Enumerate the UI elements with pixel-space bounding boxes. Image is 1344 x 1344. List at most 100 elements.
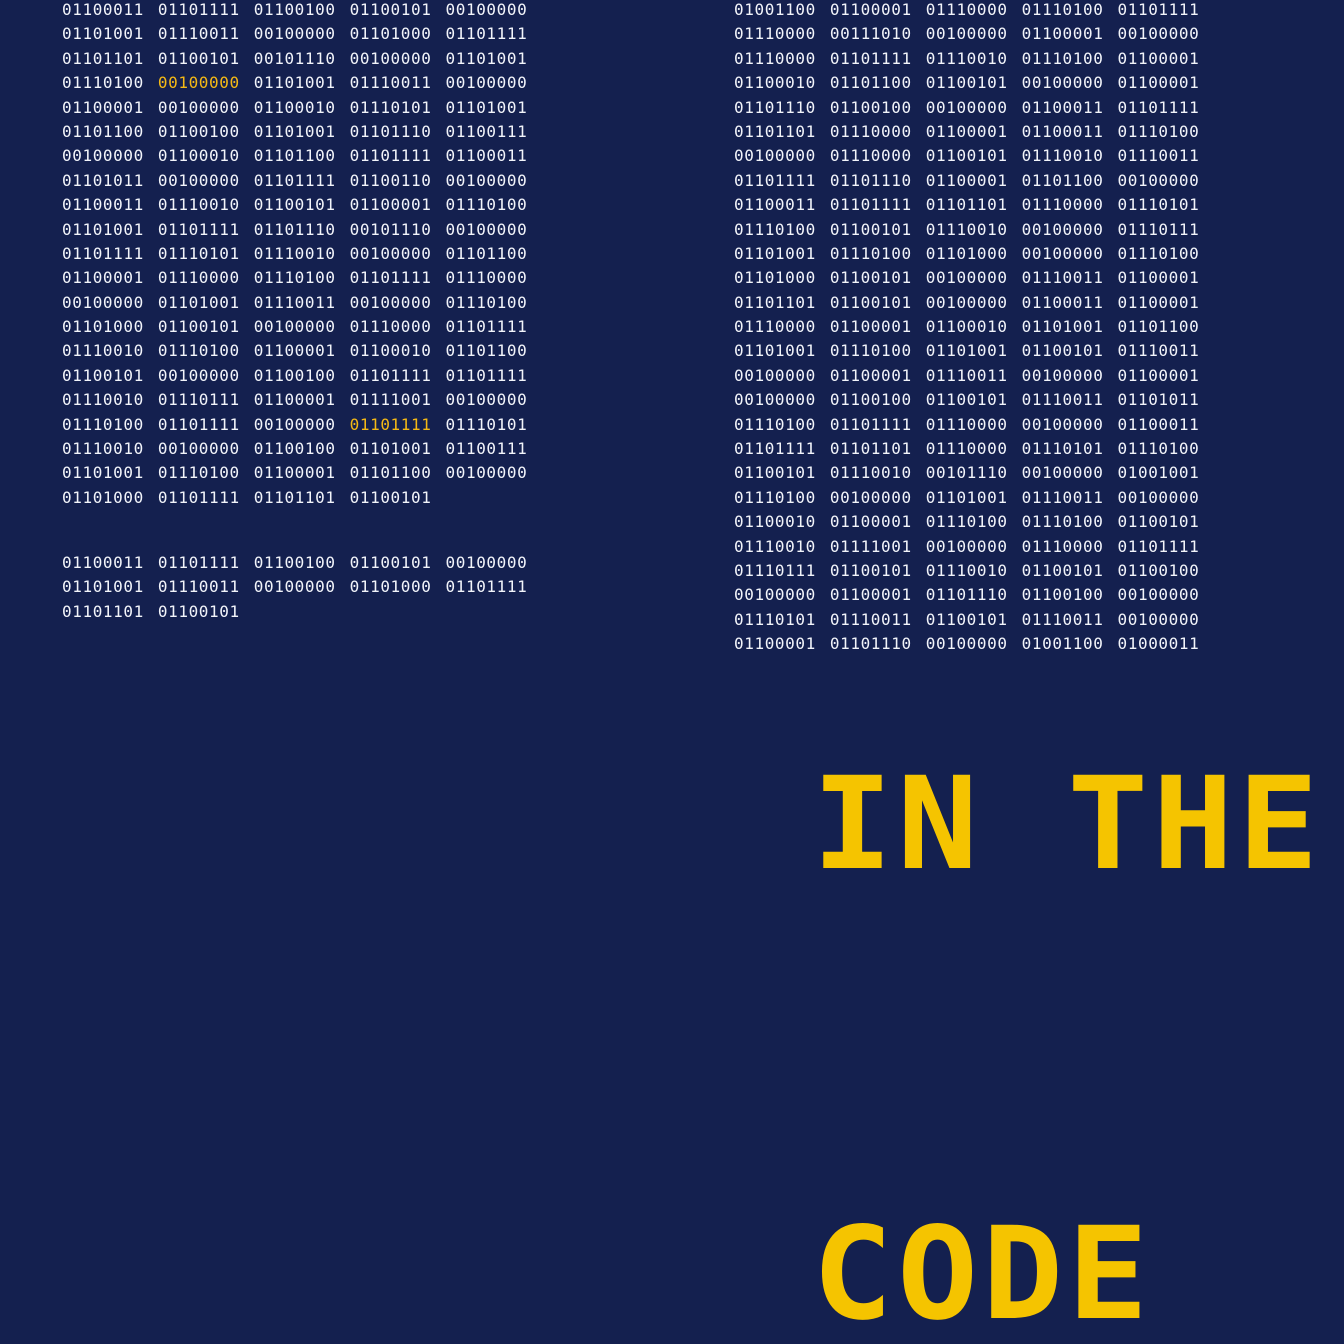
binary-word: 01101101 [734, 292, 816, 312]
binary-word: 01100101 [925, 146, 1008, 166]
binary-word: 01101101 [62, 601, 144, 621]
binary-word: 01110000 [734, 317, 816, 337]
binary-word: 01100111 [445, 121, 528, 141]
binary-line: 01101011 00100000 01101111 01100110 00100000 [62, 169, 527, 193]
binary-word: 01110100 [734, 219, 816, 239]
binary-word: 00100000 [62, 292, 144, 312]
binary-word: 01110010 [62, 341, 144, 361]
binary-line: 01101001 01110100 01101000 00100000 01110100 [734, 242, 1199, 266]
binary-word: 00100000 [253, 24, 336, 44]
binary-word: 01100001 [925, 121, 1008, 141]
binary-word: 01101000 [62, 487, 144, 507]
binary-line: 01101101 01100101 00100000 01100011 01100001 [734, 291, 1199, 315]
binary-word: 01100100 [253, 365, 336, 385]
binary-word: 01110000 [829, 146, 912, 166]
binary-word: 01110100 [62, 414, 144, 434]
binary-line: 01101000 01100101 00100000 01110000 01101111 [62, 315, 527, 339]
binary-word: 01100001 [734, 634, 816, 654]
binary-line: 01110010 01110100 01100001 01100010 01101100 [62, 339, 527, 363]
binary-word: 01101110 [349, 121, 432, 141]
binary-word: 01101111 [1117, 97, 1200, 117]
binary-line: 01101111 01110101 01110010 00100000 01101100 [62, 242, 527, 266]
binary-word: 01100101 [253, 195, 336, 215]
binary-word: 01100011 [62, 195, 144, 215]
binary-word: 00111010 [829, 24, 912, 44]
binary-word: 01110100 [445, 292, 528, 312]
binary-word: 01100001 [253, 390, 336, 410]
binary-word: 01100101 [829, 268, 912, 288]
binary-word: 01101111 [157, 553, 240, 572]
binary-word: 00100000 [349, 292, 432, 312]
binary-word: 01101111 [1117, 0, 1200, 19]
binary-word: 01110000 [157, 268, 240, 288]
binary-word: 01101001 [734, 341, 816, 361]
binary-word: 01101111 [157, 219, 240, 239]
binary-line: 01100011 01110010 01100101 01100001 01110100 [62, 193, 527, 217]
binary-word: 01101111 [445, 577, 528, 597]
binary-word: 01101111 [157, 487, 240, 507]
binary-line: 01101101 01100101 [62, 600, 527, 624]
binary-line: 01101001 01110100 01101001 01100101 01110011 [734, 339, 1199, 363]
binary-word: 01110010 [62, 439, 144, 459]
binary-word: 01101100 [1021, 170, 1104, 190]
binary-word: 01110011 [253, 292, 336, 312]
binary-word: 01101001 [349, 439, 432, 459]
binary-word: 00100000 [445, 390, 528, 410]
binary-word: 01110100 [829, 341, 912, 361]
binary-word: 01101111 [349, 146, 432, 166]
binary-word: 01110011 [1117, 146, 1200, 166]
binary-word: 01110011 [349, 73, 432, 93]
highlighted-binary-word: 01101111 [349, 414, 432, 434]
binary-word: 00101110 [253, 48, 336, 68]
binary-word: 00100000 [1021, 414, 1104, 434]
binary-word: 00100000 [925, 292, 1008, 312]
binary-word: 01110000 [925, 0, 1008, 19]
binary-word: 01100001 [1117, 48, 1200, 68]
binary-text-block-left-top: 01100011 01101111 01100100 01100101 00100000… [62, 0, 527, 510]
binary-word: 01110101 [157, 243, 240, 263]
binary-word: 01100010 [157, 146, 240, 166]
binary-word: 01101100 [829, 73, 912, 93]
binary-word: 00100000 [157, 97, 240, 117]
binary-word: 01100101 [157, 48, 240, 68]
binary-word: 01101111 [829, 195, 912, 215]
binary-word: 01110010 [1021, 146, 1104, 166]
binary-word: 01100101 [1021, 341, 1104, 361]
binary-line: 01101100 01100100 01101001 01101110 01100111 [62, 120, 527, 144]
binary-word: 01100100 [253, 439, 336, 459]
binary-word: 00100000 [1021, 73, 1104, 93]
binary-word: 00100000 [1021, 219, 1104, 239]
binary-word: 01100101 [829, 292, 912, 312]
binary-word: 01101100 [445, 243, 528, 263]
binary-word: 01100010 [349, 341, 432, 361]
headline: IN THE CODE [812, 450, 1344, 1344]
binary-word: 00100000 [349, 48, 432, 68]
binary-word: 00100000 [62, 146, 144, 166]
binary-text-block-left-bottom: 01100011 01101111 01100100 01100101 00100000… [62, 551, 527, 624]
binary-word: 01110011 [925, 365, 1008, 385]
binary-word: 01100011 [62, 0, 144, 19]
headline-line-1: IN THE [812, 750, 1323, 899]
binary-word: 00100000 [157, 170, 240, 190]
binary-word: 01110100 [445, 195, 528, 215]
binary-line: 01110100 00100000 01101001 01110011 00100000 [62, 71, 527, 95]
binary-word: 00100000 [445, 463, 528, 483]
binary-word: 01100011 [1021, 97, 1104, 117]
binary-word: 01110100 [734, 487, 816, 507]
binary-word: 00100000 [445, 553, 528, 572]
binary-word: 01101111 [734, 170, 816, 190]
binary-word: 01001100 [734, 0, 816, 19]
binary-word: 01110101 [1117, 195, 1200, 215]
binary-word: 01101111 [829, 48, 912, 68]
binary-word: 01100011 [62, 553, 144, 572]
binary-word: 01101001 [157, 292, 240, 312]
binary-word: 01100101 [349, 0, 432, 19]
binary-word: 00100000 [253, 577, 336, 597]
binary-line: 01110000 01101111 01110010 01110100 01100001 [734, 47, 1199, 71]
binary-word: 01100010 [734, 73, 816, 93]
binary-word: 01100011 [734, 195, 816, 215]
binary-word: 00100000 [445, 73, 528, 93]
binary-line: 01110000 00111010 00100000 01100001 00100000 [734, 22, 1199, 46]
binary-word: 01100001 [253, 341, 336, 361]
binary-word: 00100000 [734, 365, 816, 385]
